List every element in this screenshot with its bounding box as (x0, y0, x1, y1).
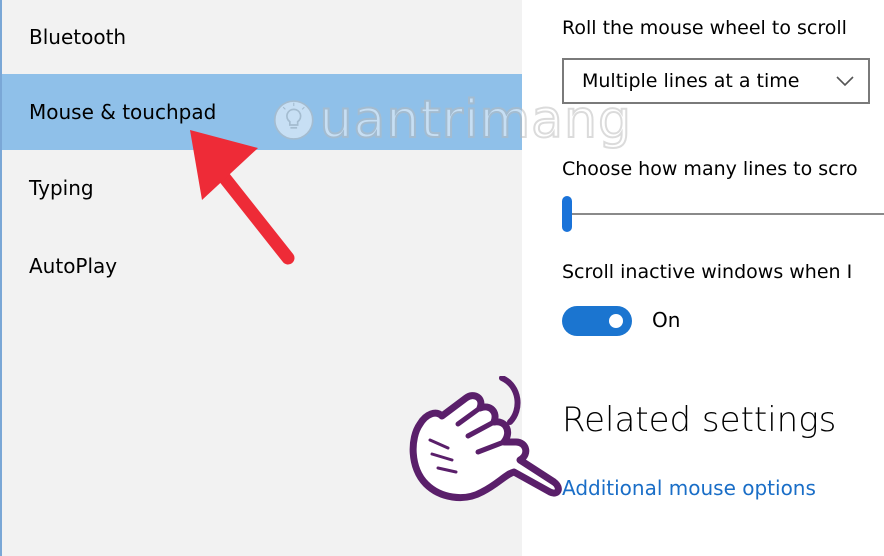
toggle-knob (609, 314, 623, 328)
additional-mouse-options-link[interactable]: Additional mouse options (562, 476, 816, 500)
sidebar-item-label: AutoPlay (29, 254, 118, 278)
sidebar-item-label: Bluetooth (29, 25, 127, 49)
sidebar-item-bluetooth[interactable]: Bluetooth (2, 0, 522, 74)
inactive-windows-label: Scroll inactive windows when I (562, 261, 853, 283)
sidebar-item-label: Typing (29, 176, 94, 200)
sidebar-item-label: Mouse & touchpad (29, 100, 217, 124)
lines-to-scroll-label: Choose how many lines to scro (562, 158, 858, 180)
slider-thumb[interactable] (562, 196, 572, 232)
scroll-wheel-dropdown[interactable]: Multiple lines at a time (562, 58, 870, 104)
dropdown-value: Multiple lines at a time (582, 70, 800, 92)
sidebar-item-typing[interactable]: Typing (2, 150, 522, 226)
sidebar-item-autoplay[interactable]: AutoPlay (2, 228, 522, 304)
slider-track (562, 213, 884, 215)
lines-to-scroll-slider[interactable] (562, 196, 884, 232)
related-settings-heading: Related settings (562, 400, 837, 440)
chevron-down-icon (836, 76, 854, 87)
scroll-wheel-label: Roll the mouse wheel to scroll (562, 17, 847, 39)
toggle-state-label: On (652, 308, 681, 332)
sidebar: Bluetooth Mouse & touchpad Typing AutoPl… (0, 0, 522, 556)
settings-pane: Roll the mouse wheel to scroll Multiple … (522, 0, 884, 556)
inactive-windows-toggle[interactable] (562, 306, 632, 336)
sidebar-item-mouse-touchpad[interactable]: Mouse & touchpad (2, 74, 522, 150)
